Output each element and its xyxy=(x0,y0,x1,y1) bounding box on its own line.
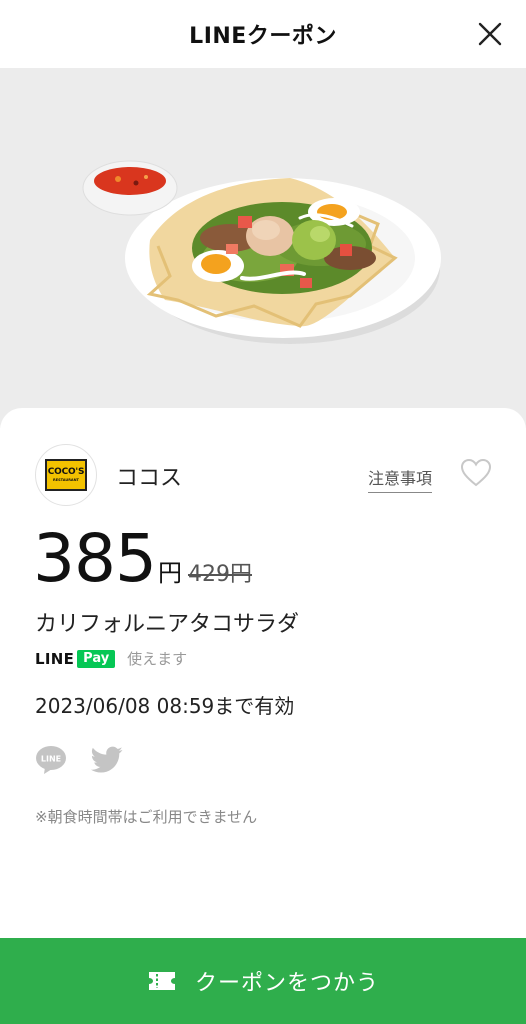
expiry-date: 2023/06/08 08:59まで有効 xyxy=(35,694,295,718)
close-icon xyxy=(478,22,502,46)
price: 385 xyxy=(33,520,157,597)
original-price: 429円 xyxy=(187,562,252,587)
coupon-screen: LINEクーポン COCO'S RESTAURANT ココス 注意事項 385 … xyxy=(0,0,526,1024)
logo-subtext: RESTAURANT xyxy=(53,477,79,482)
price-row: 385 円 429円 xyxy=(33,526,252,596)
product-name: カリフォルニアタコサラダ xyxy=(35,612,300,637)
line-share-text: LINE xyxy=(41,755,61,764)
salad-photo xyxy=(0,68,526,428)
notice-link[interactable]: 注意事項 xyxy=(368,465,433,493)
logo-text: COCO'S xyxy=(47,466,85,477)
usage-note: ※朝食時間帯はご利用できません xyxy=(35,808,258,826)
line-pay-logo: LINE Pay xyxy=(35,649,116,668)
cocos-logo: COCO'S RESTAURANT xyxy=(45,459,87,491)
payment-text: 使えます xyxy=(127,650,188,668)
store-name: ココス xyxy=(116,466,183,491)
store-logo: COCO'S RESTAURANT xyxy=(35,444,97,506)
heart-outline-icon xyxy=(460,458,492,487)
coupon-card: COCO'S RESTAURANT ココス 注意事項 385 円 429円 カリ… xyxy=(0,408,526,1024)
twitter-icon xyxy=(90,746,123,773)
line-pay-brand-pay: Pay xyxy=(77,649,116,668)
line-share-icon: LINE xyxy=(36,746,66,774)
ticket-icon xyxy=(148,972,175,990)
header-title: LINEクーポン xyxy=(189,24,337,49)
price-unit: 円 xyxy=(157,559,182,587)
use-coupon-button[interactable]: クーポンをつかう xyxy=(0,938,526,1024)
payment-row: LINE Pay 使えます xyxy=(35,648,187,669)
hero-image xyxy=(0,68,526,428)
twitter-share-button[interactable] xyxy=(90,746,123,774)
close-button[interactable] xyxy=(476,20,504,48)
share-row: LINE xyxy=(35,744,123,776)
header: LINEクーポン xyxy=(0,0,526,68)
line-share-button[interactable]: LINE xyxy=(35,744,67,776)
favorite-button[interactable] xyxy=(460,458,492,488)
line-pay-brand-line: LINE xyxy=(35,649,75,668)
use-coupon-label: クーポンをつかう xyxy=(194,971,379,996)
